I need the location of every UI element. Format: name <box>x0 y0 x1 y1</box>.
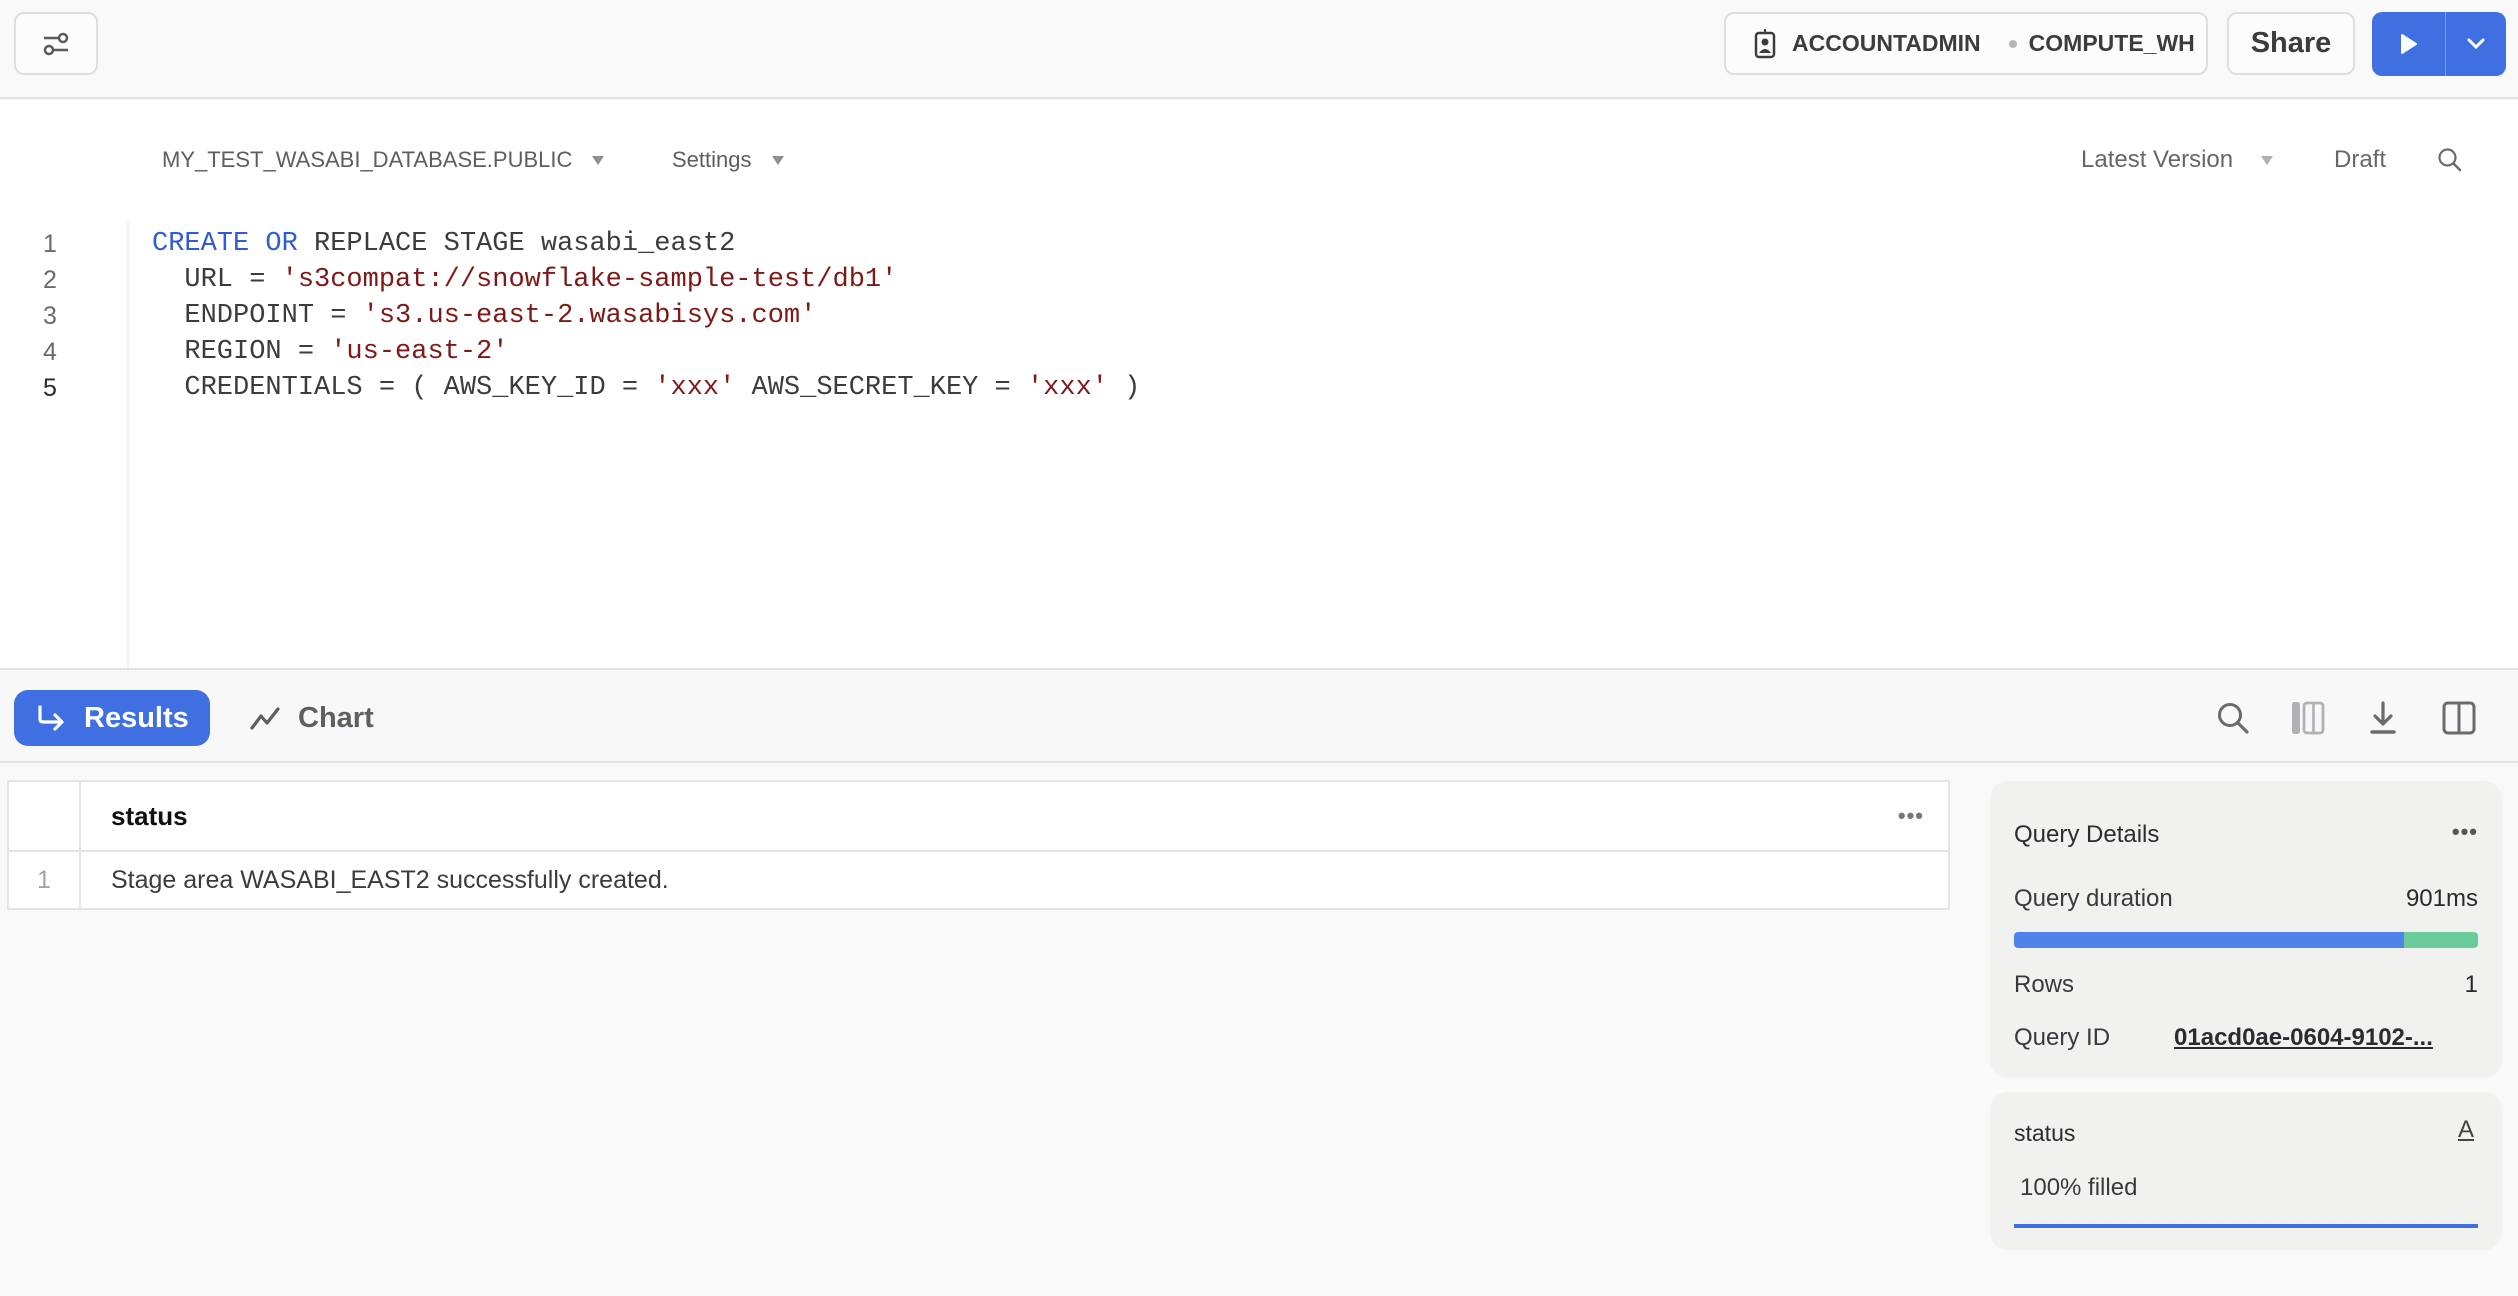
split-panel-button[interactable] <box>2439 698 2479 738</box>
sql-string: 'us-east-2' <box>330 337 509 367</box>
rows-row: Rows 1 <box>2014 971 2478 999</box>
table-row[interactable]: 1 Stage area WASABI_EAST2 successfully c… <box>9 852 1948 908</box>
database-schema-selector[interactable]: MY_TEST_WASABI_DATABASE.PUBLIC <box>162 140 605 180</box>
duration-bar-primary-segment <box>2014 932 2404 948</box>
sql-keyword: OR <box>265 229 298 259</box>
query-duration-bar <box>2014 932 2478 948</box>
role-warehouse-selector[interactable]: ACCOUNTADMIN COMPUTE_WH <box>1724 12 2208 75</box>
sql-string: 's3.us-east-2.wasabisys.com' <box>362 301 817 331</box>
query-id-row: Query ID 01acd0ae-0604-9102-... <box>2014 1024 2478 1052</box>
code-text: URL = 's3compat://snowflake-sample-test/… <box>152 262 897 298</box>
caret-down-icon <box>2261 155 2274 165</box>
separator-dot <box>2008 39 2017 48</box>
sql-token: REPLACE STAGE wasabi_east2 <box>297 229 736 259</box>
sql-string: 'xxx' <box>1026 373 1108 403</box>
column-header-status[interactable]: status ••• <box>81 782 1948 850</box>
caret-down-icon <box>771 155 784 165</box>
line-number: 1 <box>43 230 57 258</box>
filter-button[interactable] <box>14 12 98 75</box>
sql-token: ) <box>1107 373 1141 403</box>
results-table: status ••• 1 Stage area WASABI_EAST2 suc… <box>7 780 1950 910</box>
query-id-link[interactable]: 01acd0ae-0604-9102-... <box>2174 1024 2433 1052</box>
fill-bar <box>2014 1224 2478 1228</box>
download-button[interactable] <box>2363 698 2403 738</box>
role-label: ACCOUNTADMIN <box>1792 30 1981 56</box>
query-duration-label: Query duration <box>2014 885 2173 912</box>
sql-token: URL = <box>152 265 282 295</box>
sql-editor[interactable]: MY_TEST_WASABI_DATABASE.PUBLIC Settings … <box>0 100 2518 668</box>
columns-icon <box>2292 701 2325 735</box>
tab-results[interactable]: Results <box>14 690 210 746</box>
rows-label: Rows <box>2014 971 2075 998</box>
table-cell-status[interactable]: Stage area WASABI_EAST2 successfully cre… <box>81 852 1948 908</box>
line-number: 5 <box>43 374 57 402</box>
code-text: CREATE OR REPLACE STAGE wasabi_east2 <box>152 226 735 262</box>
line-number: 2 <box>43 266 57 294</box>
settings-dropdown[interactable]: Settings <box>672 140 784 180</box>
tab-chart-label: Chart <box>298 701 374 734</box>
gutter-divider <box>127 220 129 668</box>
play-icon <box>2400 34 2417 54</box>
column-stats-title: status <box>2014 1120 2076 1146</box>
top-bar: ACCOUNTADMIN COMPUTE_WH Share <box>0 0 2518 99</box>
chart-line-icon <box>250 707 280 730</box>
query-duration-row: Query duration 901ms <box>2014 885 2478 913</box>
warehouse-label: COMPUTE_WH <box>2028 30 2195 56</box>
sql-token: CREDENTIALS = ( AWS_KEY_ID = <box>152 373 655 403</box>
user-badge-icon <box>1754 28 1776 58</box>
run-button[interactable] <box>2372 12 2446 76</box>
more-options-icon[interactable]: ••• <box>1898 803 1924 829</box>
column-stats-card: status A 100% filled <box>1990 1092 2502 1250</box>
tab-chart[interactable]: Chart <box>250 690 374 746</box>
sql-token: AWS_SECRET_KEY = <box>735 373 1027 403</box>
editor-header: MY_TEST_WASABI_DATABASE.PUBLIC Settings … <box>0 140 2518 180</box>
line-number: 4 <box>43 338 57 366</box>
caret-down-icon <box>592 155 605 165</box>
sliders-icon <box>43 32 69 55</box>
search-icon <box>2438 148 2462 172</box>
fill-percentage: 100% filled <box>2020 1174 2138 1201</box>
more-options-icon[interactable]: ••• <box>2452 819 2478 845</box>
duration-bar-secondary-segment <box>2403 932 2478 948</box>
version-label: Latest Version <box>2081 146 2234 173</box>
run-button-group <box>2372 12 2506 76</box>
code-text: REGION = 'us-east-2' <box>152 334 508 370</box>
line-number: 3 <box>43 302 57 330</box>
text-type-icon: A <box>2457 1116 2474 1143</box>
settings-label: Settings <box>672 147 752 172</box>
split-panel-icon <box>2442 701 2476 735</box>
download-icon <box>2370 701 2396 734</box>
row-index-header <box>9 782 81 850</box>
fill-bar-level <box>2014 1224 2478 1228</box>
columns-toggle-button[interactable] <box>2288 698 2328 738</box>
query-id-label: Query ID <box>2014 1024 2111 1051</box>
sql-string: 's3compat://snowflake-sample-test/db1' <box>281 265 898 295</box>
table-header-row: status ••• <box>9 782 1948 852</box>
chevron-down-icon <box>2467 38 2485 50</box>
results-toolbar: Results Chart <box>0 668 2518 763</box>
column-header-label: status <box>111 800 188 831</box>
sql-string: 'xxx' <box>654 373 736 403</box>
query-duration-value: 901ms <box>2405 885 2478 912</box>
results-search-button[interactable] <box>2213 698 2253 738</box>
code-text: ENDPOINT = 's3.us-east-2.wasabisys.com' <box>152 298 816 334</box>
share-button[interactable]: Share <box>2227 12 2355 75</box>
sql-token: ENDPOINT = <box>152 301 363 331</box>
draft-status: Draft <box>2334 146 2387 173</box>
query-details-card: Query Details ••• Query duration 901ms R… <box>1990 781 2502 1078</box>
sql-token: REGION = <box>152 337 331 367</box>
editor-search-button[interactable] <box>2437 140 2463 180</box>
row-index: 1 <box>9 852 81 908</box>
database-schema-label: MY_TEST_WASABI_DATABASE.PUBLIC <box>162 147 573 172</box>
rows-value: 1 <box>2464 971 2478 998</box>
results-arrow-icon <box>38 705 64 731</box>
run-options-button[interactable] <box>2446 12 2506 76</box>
tab-results-label: Results <box>84 701 189 734</box>
code-text: CREDENTIALS = ( AWS_KEY_ID = 'xxx' AWS_S… <box>152 370 1140 406</box>
search-icon <box>2218 703 2249 734</box>
query-details-title: Query Details <box>2014 821 2160 848</box>
sql-keyword: CREATE <box>152 229 250 259</box>
version-dropdown[interactable]: Latest Version <box>2081 140 2274 180</box>
